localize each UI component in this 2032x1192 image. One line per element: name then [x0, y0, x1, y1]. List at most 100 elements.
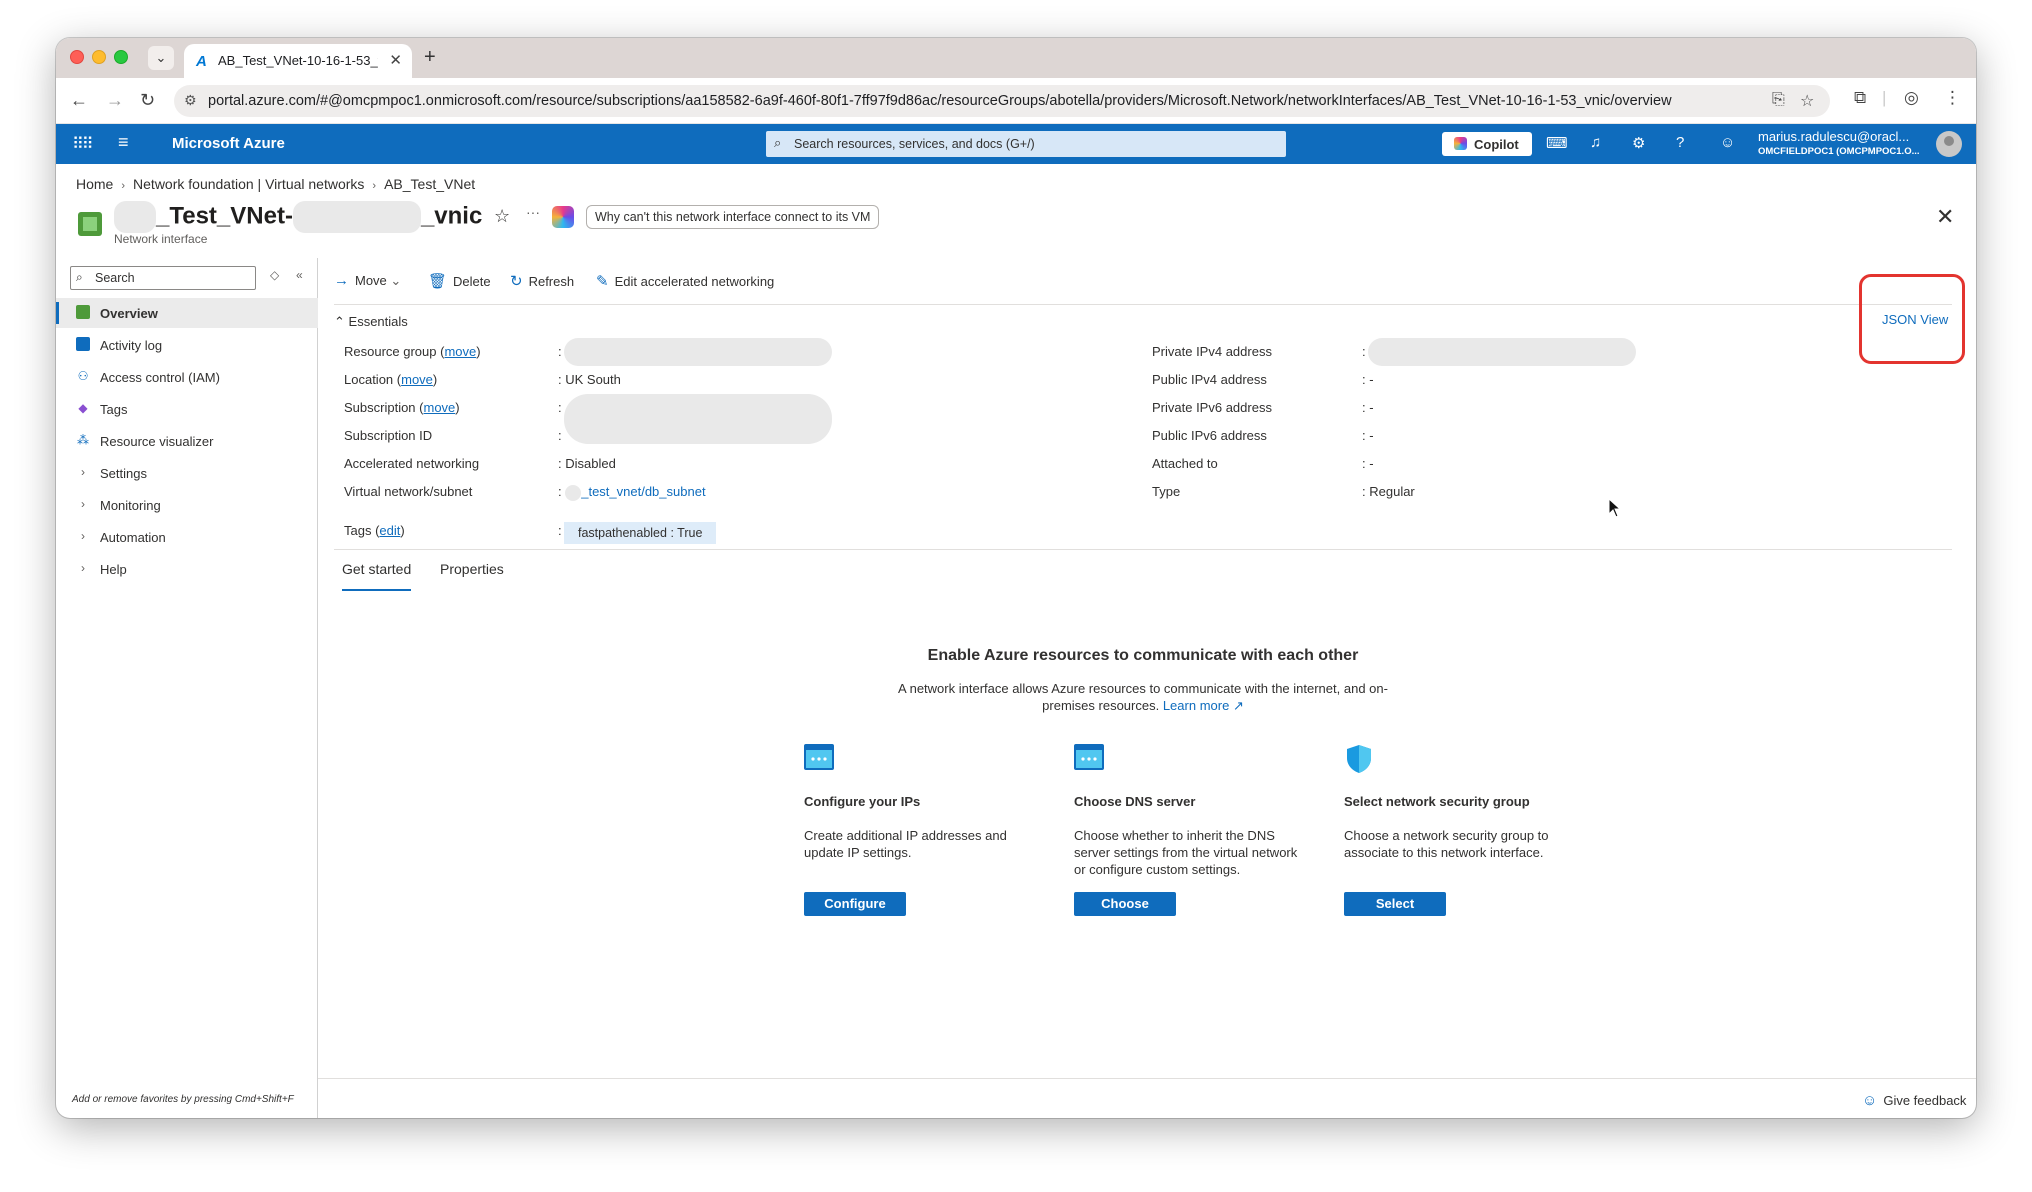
prop-label-subscription-id: Subscription ID: [344, 428, 433, 443]
collapse-menu-icon[interactable]: «: [296, 268, 303, 282]
sidebar-item-activity-log[interactable]: Activity log: [56, 330, 318, 360]
sidebar-item-tags[interactable]: ◆ Tags: [56, 394, 318, 424]
sidebar-item-label: Settings: [100, 466, 147, 481]
sidebar-item-iam[interactable]: ⚇ Access control (IAM): [56, 362, 318, 392]
refresh-button[interactable]: ↻ Refresh: [510, 272, 574, 290]
favorites-hint: Add or remove favorites by pressing Cmd+…: [72, 1094, 294, 1105]
account-name[interactable]: marius.radulescu@oracl...: [1758, 129, 1928, 144]
prop-label-private-ipv6: Private IPv6 address: [1152, 400, 1272, 415]
prop-value-location: : UK South: [558, 372, 621, 387]
sidebar-item-automation[interactable]: › Automation: [56, 522, 318, 552]
get-started-title: Enable Azure resources to communicate wi…: [927, 647, 1359, 664]
tab-get-started[interactable]: Get started: [342, 561, 412, 591]
prop-value-text: -: [1369, 428, 1374, 443]
notifications-bell-icon[interactable]: ♫: [1590, 134, 1601, 151]
card-title: Configure your IPs: [804, 794, 921, 809]
cloud-shell-icon[interactable]: ⌨: [1546, 134, 1568, 152]
feedback-icon[interactable]: ☺: [1720, 134, 1735, 151]
copilot-button[interactable]: Copilot: [1442, 132, 1532, 156]
card-description: Choose a network security group to assoc…: [1344, 828, 1549, 860]
breadcrumb-virtual-networks[interactable]: Network foundation | Virtual networks: [133, 176, 364, 192]
account-tenant[interactable]: OMCFIELDPOC1 (OMCPMPOC1.O...: [1758, 146, 1928, 157]
help-icon[interactable]: ?: [1676, 134, 1684, 151]
prop-value-public-ipv6: : -: [1362, 428, 1374, 443]
chevron-right-icon: ›: [81, 561, 85, 575]
move-button[interactable]: → Move ⌄: [334, 272, 401, 289]
divider: [318, 1078, 1976, 1079]
redacted-block: [114, 201, 156, 233]
redacted-block: [1368, 338, 1636, 366]
close-icon[interactable]: ✕: [1936, 206, 1954, 228]
resource-group-move-link[interactable]: move: [444, 344, 476, 359]
global-search-input[interactable]: ⌕ Search resources, services, and docs (…: [766, 131, 1286, 157]
bookmark-star-icon[interactable]: ☆: [1800, 91, 1814, 111]
essentials-toggle[interactable]: ⌃ Essentials: [334, 314, 408, 330]
tab-properties[interactable]: Properties: [440, 561, 504, 577]
tags-edit-link[interactable]: edit: [379, 523, 400, 538]
annotation-highlight-box: [1859, 274, 1965, 364]
sidebar-item-settings[interactable]: › Settings: [56, 458, 318, 488]
choose-button[interactable]: Choose: [1074, 892, 1176, 916]
sidebar-item-resource-visualizer[interactable]: ⁂ Resource visualizer: [56, 426, 318, 456]
sidebar-item-monitoring[interactable]: › Monitoring: [56, 490, 318, 520]
expand-collapse-icon[interactable]: ◇: [270, 268, 279, 282]
tab-search-button[interactable]: ⌄: [148, 46, 174, 70]
subscription-move-link[interactable]: move: [424, 400, 456, 415]
new-tab-button[interactable]: +: [424, 46, 436, 68]
settings-gear-icon[interactable]: ⚙: [1632, 134, 1645, 152]
move-label: Move: [355, 273, 387, 288]
install-app-icon[interactable]: ⎘: [1772, 91, 1785, 109]
menu-search-input[interactable]: ⌕ Search: [70, 266, 256, 290]
search-icon: ⌕: [76, 270, 83, 284]
configure-button[interactable]: Configure: [804, 892, 906, 916]
prop-label-subscription: Subscription (move): [344, 400, 460, 415]
location-move-link[interactable]: move: [401, 372, 433, 387]
chevron-right-icon: ›: [81, 529, 85, 543]
copilot-icon: [1454, 137, 1467, 150]
prop-label-text: Subscription: [344, 400, 416, 415]
delete-button[interactable]: 🗑 Delete: [428, 272, 491, 290]
breadcrumb: Home › Network foundation | Virtual networ…: [76, 176, 475, 192]
portal-menu-icon[interactable]: ≡: [118, 132, 129, 153]
maximize-window-button[interactable]: [114, 50, 128, 64]
prop-value-text: -: [1369, 400, 1374, 415]
sidebar-item-overview[interactable]: Overview: [56, 298, 318, 328]
edit-accelerated-networking-button[interactable]: ✎ Edit accelerated networking: [596, 272, 774, 290]
learn-more-link[interactable]: Learn more ↗: [1163, 698, 1244, 713]
refresh-label: Refresh: [528, 274, 575, 289]
close-window-button[interactable]: [70, 50, 84, 64]
profile-icon[interactable]: ◎: [1904, 88, 1919, 108]
learn-more-label: Learn more: [1162, 698, 1230, 713]
menu-search-placeholder: Search: [95, 271, 135, 285]
card-description: Create additional IP addresses and updat…: [804, 828, 1007, 860]
minimize-window-button[interactable]: [92, 50, 106, 64]
delete-label: Delete: [453, 274, 491, 289]
reload-icon[interactable]: ↻: [140, 88, 155, 112]
extensions-icon[interactable]: ⧉: [1854, 88, 1866, 108]
azure-brand[interactable]: Microsoft Azure: [172, 135, 285, 152]
copilot-icon[interactable]: [552, 206, 574, 228]
prop-label-tags: Tags (edit): [344, 523, 405, 538]
address-bar-row: ← → ↻ ⚙ portal.azure.com/#@omcpmpoc1.onm…: [56, 78, 1976, 124]
select-button[interactable]: Select: [1344, 892, 1446, 916]
avatar[interactable]: [1936, 131, 1962, 157]
browser-tab[interactable]: A AB_Test_VNet-10-16-1-53_vnic ✕: [184, 44, 412, 78]
breadcrumb-vnet[interactable]: AB_Test_VNet: [384, 176, 475, 192]
copilot-suggestion-chip[interactable]: Why can't this network interface connect…: [586, 205, 880, 229]
sidebar-item-help[interactable]: › Help: [56, 554, 318, 584]
more-options-icon[interactable]: ···: [526, 204, 540, 220]
tab-close-icon[interactable]: ✕: [389, 51, 402, 69]
forward-arrow-icon[interactable]: →: [106, 88, 124, 112]
sidebar-item-label: Help: [100, 562, 127, 577]
prop-label-accelerated-networking: Accelerated networking: [344, 456, 480, 471]
breadcrumb-home[interactable]: Home: [76, 176, 113, 192]
browser-menu-icon[interactable]: ⋮: [1944, 88, 1961, 108]
back-arrow-icon[interactable]: ←: [70, 88, 88, 112]
app-launcher-icon[interactable]: ⠿⠿: [72, 134, 93, 154]
vnet-subnet-link[interactable]: _test_vnet/db_subnet: [581, 484, 705, 499]
give-feedback-button[interactable]: ☺ Give feedback: [1862, 1092, 1966, 1109]
url-text: portal.azure.com/#@omcpmpoc1.onmicrosoft…: [208, 93, 1672, 109]
site-settings-icon[interactable]: ⚙: [184, 92, 197, 109]
url-bar[interactable]: ⚙ portal.azure.com/#@omcpmpoc1.onmicroso…: [174, 85, 1830, 117]
favorite-star-icon[interactable]: ☆: [494, 206, 510, 227]
